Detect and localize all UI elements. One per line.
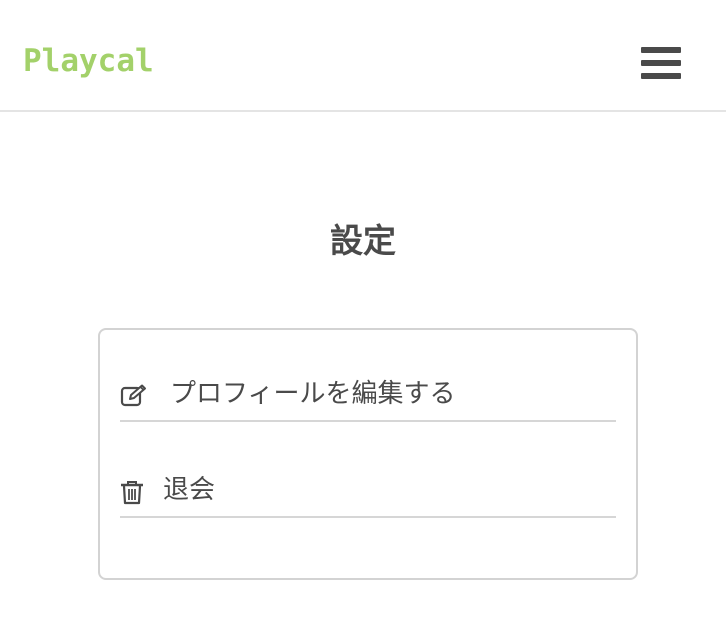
- hamburger-bar: [641, 73, 681, 79]
- edit-icon: [120, 384, 148, 412]
- edit-profile-label: プロフィールを編集する: [170, 379, 456, 409]
- hamburger-bar: [641, 60, 681, 66]
- hamburger-bar: [641, 47, 681, 53]
- withdraw-label: 退会: [163, 475, 216, 505]
- settings-card: プロフィールを編集する 退会: [98, 328, 638, 580]
- brand-logo[interactable]: Playcal: [23, 42, 154, 80]
- trash-icon: [120, 480, 144, 510]
- hamburger-menu-icon[interactable]: [638, 44, 682, 82]
- page-title: 設定: [330, 221, 396, 260]
- navbar: Playcal: [0, 0, 726, 112]
- edit-profile-link[interactable]: プロフィールを編集する: [120, 374, 616, 422]
- withdraw-link[interactable]: 退会: [120, 470, 616, 518]
